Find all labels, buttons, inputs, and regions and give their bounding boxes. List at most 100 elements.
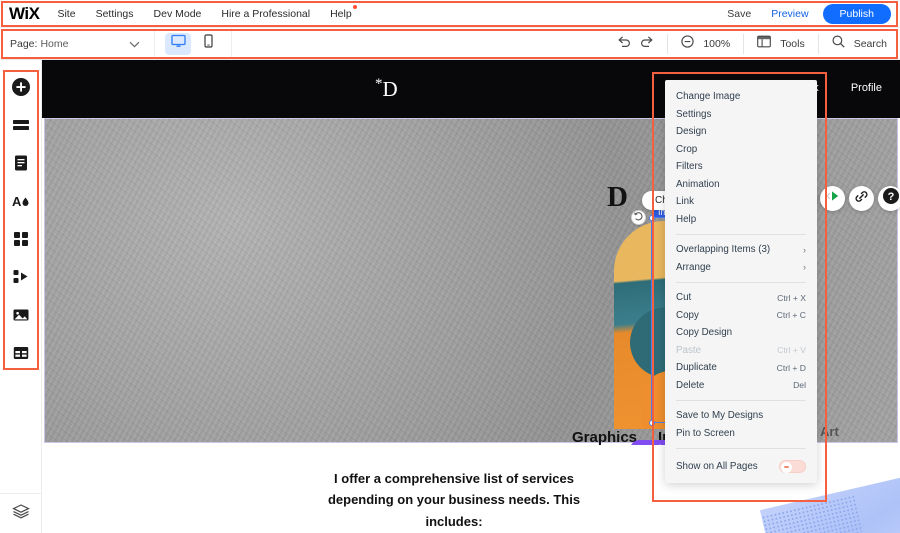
show-on-all-pages-toggle[interactable] [779,460,806,473]
page-selector-value: Home [40,38,68,50]
context-menu-item-label: Overlapping Items (3) [676,244,770,255]
undo-icon[interactable] [617,35,631,53]
search-button[interactable]: Search [818,34,900,54]
publish-button[interactable]: Publish [823,4,891,24]
zoom-level-label: 100% [703,38,730,50]
element-context-menu[interactable]: Change Image Settings Design Crop Filter… [665,80,817,483]
context-menu-item-label: Arrange [676,262,711,273]
menu-item-site[interactable]: Site [57,8,75,20]
context-menu-item-label: Change Image [676,91,740,102]
context-menu-item-label: Save to My Designs [676,410,763,421]
sidebar-item-add-section[interactable] [6,112,36,142]
context-menu-item-label: Link [676,196,694,207]
sidebar-item-pages[interactable] [6,150,36,180]
sidebar-item-site-theme[interactable]: A [6,188,36,218]
context-menu-item-label: Duplicate [676,362,717,373]
menu-item-dev-mode[interactable]: Dev Mode [154,8,202,20]
sidebar-item-my-business[interactable] [6,264,36,294]
hero-label-art[interactable]: Art [820,424,839,439]
context-menu-item-arrange[interactable]: Arrange › [665,259,817,277]
context-menu-item-shortcut: Ctrl + C [777,310,806,320]
promo-dot-pattern [761,495,862,533]
context-menu-item-animation[interactable]: Animation [665,176,817,194]
panels-icon [757,35,771,53]
context-menu-item-paste: Paste Ctrl + V [665,342,817,360]
context-menu-item-filters[interactable]: Filters [665,158,817,176]
context-menu-item-shortcut: Del [793,380,806,390]
context-menu-item-cut[interactable]: Cut Ctrl + X [665,289,817,307]
save-button[interactable]: Save [727,8,751,20]
site-logo[interactable]: *D [375,76,398,102]
context-menu-item-help[interactable]: Help [665,211,817,229]
editor-sub-bar: Page: Home [0,28,900,60]
question-mark-icon: ? [882,187,900,210]
context-menu-item-label: Copy Design [676,327,732,338]
context-menu-item-copy-design[interactable]: Copy Design [665,324,817,342]
notification-dot-icon [353,5,357,9]
toolbar-animation-button[interactable] [820,186,845,211]
context-menu-item-label: Crop [676,144,697,155]
context-menu-item-crop[interactable]: Crop [665,141,817,159]
context-menu-item-pin-to-screen[interactable]: Pin to Screen [665,425,817,443]
wix-editor-window: WiX Site Settings Dev Mode Hire a Profes… [0,0,900,533]
search-label: Search [854,38,887,50]
chevron-right-icon: › [803,262,806,272]
hero-label-graphics[interactable]: Graphics [572,429,637,446]
mobile-view-button[interactable] [195,33,221,55]
toolbar-help-button[interactable]: ? [878,186,900,211]
hero-heading-design[interactable]: D [607,181,628,214]
page-icon [11,153,31,178]
context-menu-item-shortcut: Ctrl + V [777,345,806,355]
context-menu-item-label: Design [676,126,707,137]
top-bar-actions: Save Preview Publish [727,4,891,24]
theme-icon: A [11,191,31,216]
sidebar-item-layers[interactable] [0,493,42,533]
context-menu-item-save-to-my-designs[interactable]: Save to My Designs [665,407,817,425]
tools-label: Tools [780,38,805,50]
menu-item-help[interactable]: Help [330,8,352,20]
sidebar-item-apps[interactable] [6,226,36,256]
zoom-control[interactable]: 100% [667,34,743,54]
site-nav-item-profile[interactable]: Profile [851,82,882,94]
services-body-text[interactable]: I offer a comprehensive list of services… [309,468,599,532]
context-menu-item-overlapping-items[interactable]: Overlapping Items (3) › [665,241,817,259]
table-icon [11,343,31,368]
preview-button[interactable]: Preview [771,8,808,20]
context-menu-item-shortcut: Ctrl + X [777,293,806,303]
view-mode-switcher [155,28,232,60]
rotate-handle[interactable] [631,210,646,225]
sidebar-item-media[interactable] [6,302,36,332]
layers-icon [12,503,30,524]
context-menu-item-duplicate[interactable]: Duplicate Ctrl + D [665,359,817,377]
apps-grid-icon [11,229,31,254]
context-menu-item-show-on-all-pages[interactable]: Show on All Pages [665,455,817,477]
context-menu-item-link[interactable]: Link [665,193,817,211]
redo-icon[interactable] [640,35,654,53]
desktop-view-button[interactable] [165,33,191,55]
editor-top-bar: WiX Site Settings Dev Mode Hire a Profes… [0,0,900,28]
sub-bar-tools: 100% Tools Search [604,28,900,60]
sidebar-item-add-elements[interactable] [6,74,36,104]
business-icon [11,267,31,292]
context-menu-item-label: Animation [676,179,720,190]
sidebar-item-content-manager[interactable] [6,340,36,370]
menu-item-hire-a-professional[interactable]: Hire a Professional [221,8,310,20]
wix-logo[interactable]: WiX [9,4,39,24]
tools-button[interactable]: Tools [743,34,818,54]
zoom-out-icon[interactable] [681,35,694,53]
toolbar-link-button[interactable] [849,186,874,211]
context-menu-item-copy[interactable]: Copy Ctrl + C [665,307,817,325]
context-menu-item-design[interactable]: Design [665,123,817,141]
context-menu-item-delete[interactable]: Delete Del [665,377,817,395]
page-selector-label: Page: [10,38,37,50]
context-menu-item-label: Cut [676,292,691,303]
context-menu-item-settings[interactable]: Settings [665,106,817,124]
context-menu-item-change-image[interactable]: Change Image [665,88,817,106]
history-controls [604,34,667,54]
site-logo-star: * [375,76,383,92]
menu-item-settings[interactable]: Settings [96,8,134,20]
context-menu-divider [676,448,806,449]
play-icon [825,189,840,208]
page-selector[interactable]: Page: Home [0,28,155,60]
context-menu-item-label: Pin to Screen [676,428,735,439]
